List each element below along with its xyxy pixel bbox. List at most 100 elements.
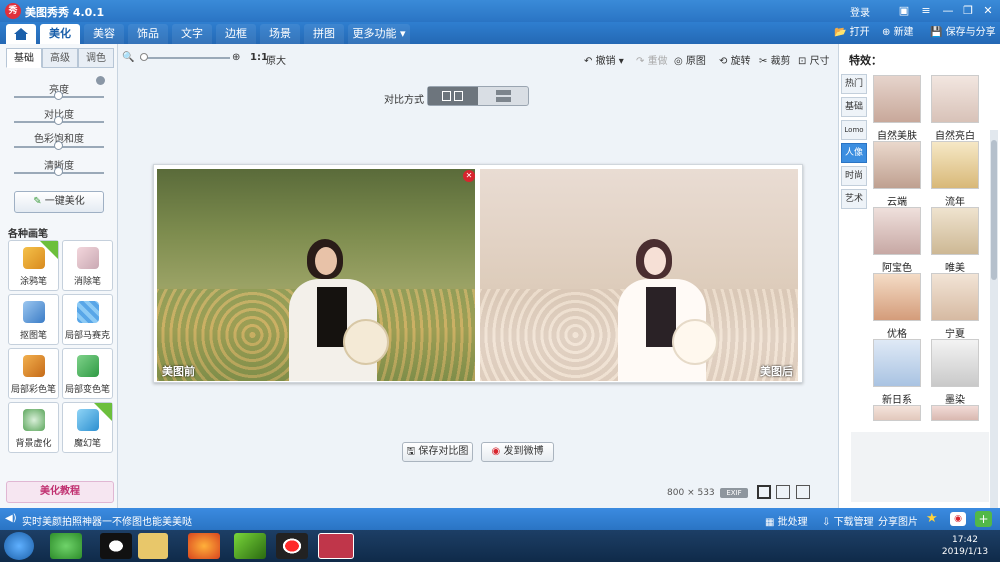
fit-view-icon[interactable]: [757, 485, 771, 499]
batch-button[interactable]: ▦ 批处理: [765, 513, 808, 528]
tab-color[interactable]: 调色: [78, 48, 114, 68]
effect-thumb[interactable]: [931, 273, 979, 321]
zoom-knob[interactable]: [140, 53, 148, 61]
crop-button[interactable]: ✂ 裁剪: [759, 52, 791, 67]
saturation-slider[interactable]: [14, 141, 104, 150]
original-size-button[interactable]: 原大: [266, 52, 286, 67]
effect-thumb[interactable]: [931, 141, 979, 189]
saturation-knob[interactable]: [54, 141, 63, 150]
undo-button[interactable]: ↶ 撤销 ▾: [584, 52, 624, 67]
weibo-icon[interactable]: ◉: [950, 512, 966, 526]
effect-thumb[interactable]: [873, 273, 921, 321]
share-image-button[interactable]: 分享图片: [878, 513, 918, 528]
tab-face[interactable]: 美容: [84, 24, 124, 44]
close-icon[interactable]: ✕: [980, 3, 996, 19]
redo-button[interactable]: ↷ 重做: [636, 52, 668, 67]
scroll-thumb[interactable]: [991, 140, 997, 280]
plus-icon[interactable]: +: [975, 511, 992, 527]
meitu-taskbar-icon[interactable]: [318, 533, 354, 559]
close-compare-icon[interactable]: ✕: [463, 170, 475, 182]
post-weibo-button[interactable]: ◉ 发到微博: [481, 442, 554, 462]
new-button[interactable]: ⊕ 新建: [882, 25, 914, 41]
qq-icon[interactable]: [100, 533, 132, 559]
sharpness-knob[interactable]: [54, 167, 63, 176]
minimize-icon[interactable]: —: [940, 3, 956, 19]
after-photo[interactable]: 美图后: [480, 169, 798, 381]
fullscreen-icon[interactable]: [796, 485, 810, 499]
tab-advanced[interactable]: 高级: [42, 48, 78, 68]
effect-thumb[interactable]: [873, 141, 921, 189]
tab-collage[interactable]: 拼图: [304, 24, 344, 44]
login-link[interactable]: 登录: [850, 4, 870, 19]
brightness-knob[interactable]: [54, 91, 63, 100]
download-button[interactable]: ⇩ 下载管理: [822, 513, 874, 528]
brightness-slider[interactable]: [14, 91, 104, 100]
category-portrait[interactable]: 人像: [841, 143, 867, 163]
contrast-knob[interactable]: [54, 116, 63, 125]
contrast-slider[interactable]: [14, 116, 104, 125]
rotate-button[interactable]: ⟲ 旋转: [719, 52, 751, 67]
compare-mode-toggle[interactable]: [427, 86, 529, 106]
message-icon[interactable]: ▣: [896, 3, 912, 19]
brush-blur[interactable]: 背景虚化: [8, 402, 59, 453]
original-button[interactable]: ◎ 原图: [674, 52, 706, 67]
brush-eraser[interactable]: 消除笔: [62, 240, 113, 291]
category-fashion[interactable]: 时尚: [841, 166, 867, 186]
effect-thumb[interactable]: [873, 339, 921, 387]
brush-magic[interactable]: 魔幻笔: [62, 402, 113, 453]
side-by-side-button[interactable]: [428, 87, 478, 105]
tab-text[interactable]: 文字: [172, 24, 212, 44]
effect-thumb[interactable]: [931, 207, 979, 255]
tab-scenes[interactable]: 场景: [260, 24, 300, 44]
brush-recolor[interactable]: 局部变色笔: [62, 348, 113, 399]
effect-thumb[interactable]: [873, 207, 921, 255]
top-bottom-button[interactable]: [478, 87, 528, 105]
effects-scrollbar[interactable]: [990, 130, 998, 508]
status-message[interactable]: 实时美颜拍照神器一不修图也能美美哒: [22, 513, 192, 528]
player-icon[interactable]: [234, 533, 266, 559]
open-button[interactable]: 📂 打开: [834, 25, 870, 41]
star-icon[interactable]: ★: [926, 511, 938, 526]
start-button[interactable]: [4, 532, 34, 560]
category-basic[interactable]: 基础: [841, 97, 867, 117]
effect-thumb[interactable]: [873, 75, 921, 123]
sharpness-slider[interactable]: [14, 167, 104, 176]
zoom-in-icon[interactable]: ⊕: [232, 52, 240, 63]
taskbar-app-icon[interactable]: [50, 533, 82, 559]
tab-frames[interactable]: 边框: [216, 24, 256, 44]
resize-button[interactable]: ⊡ 尺寸: [798, 52, 830, 67]
times-sign: ×: [687, 488, 695, 498]
maximize-icon[interactable]: ❐: [960, 3, 976, 19]
save-share-button[interactable]: 💾 保存与分享: [930, 25, 996, 41]
tab-beautify[interactable]: 美化: [40, 24, 80, 44]
folder-icon[interactable]: [138, 533, 168, 559]
tutorial-button[interactable]: 美化教程: [6, 481, 114, 503]
actual-size-icon[interactable]: [776, 485, 790, 499]
category-art[interactable]: 艺术: [841, 189, 867, 209]
brush-cutout[interactable]: 抠图笔: [8, 294, 59, 345]
effect-thumb[interactable]: [931, 339, 979, 387]
brush-label: 局部彩色笔: [10, 385, 56, 395]
zoom-slider[interactable]: [140, 53, 230, 61]
menu-icon[interactable]: ≡: [918, 3, 934, 19]
record-icon[interactable]: [276, 533, 308, 559]
effect-thumb[interactable]: [931, 75, 979, 123]
save-compare-button[interactable]: 🖫 保存对比图: [402, 442, 473, 462]
effect-thumb[interactable]: [931, 405, 979, 421]
before-photo[interactable]: 美图前: [157, 169, 475, 381]
tab-more[interactable]: 更多功能 ▾: [348, 24, 410, 44]
brush-color[interactable]: 局部彩色笔: [8, 348, 59, 399]
category-hot[interactable]: 热门: [841, 74, 867, 94]
zoom-out-icon[interactable]: 🔍: [122, 52, 134, 63]
exif-badge[interactable]: EXIF: [720, 488, 748, 498]
one-key-beautify-button[interactable]: ✎ 一键美化: [14, 191, 104, 213]
firefox-icon[interactable]: [188, 533, 220, 559]
system-clock[interactable]: 17:42 2019/1/13: [932, 534, 998, 558]
brush-mosaic[interactable]: 局部马赛克: [62, 294, 113, 345]
effect-thumb[interactable]: [873, 405, 921, 421]
tab-basic[interactable]: 基础: [6, 48, 42, 68]
home-tab[interactable]: [6, 24, 36, 44]
tab-accessories[interactable]: 饰品: [128, 24, 168, 44]
category-lomo[interactable]: Lomo: [841, 120, 867, 140]
brush-graffiti[interactable]: 涂鸦笔: [8, 240, 59, 291]
